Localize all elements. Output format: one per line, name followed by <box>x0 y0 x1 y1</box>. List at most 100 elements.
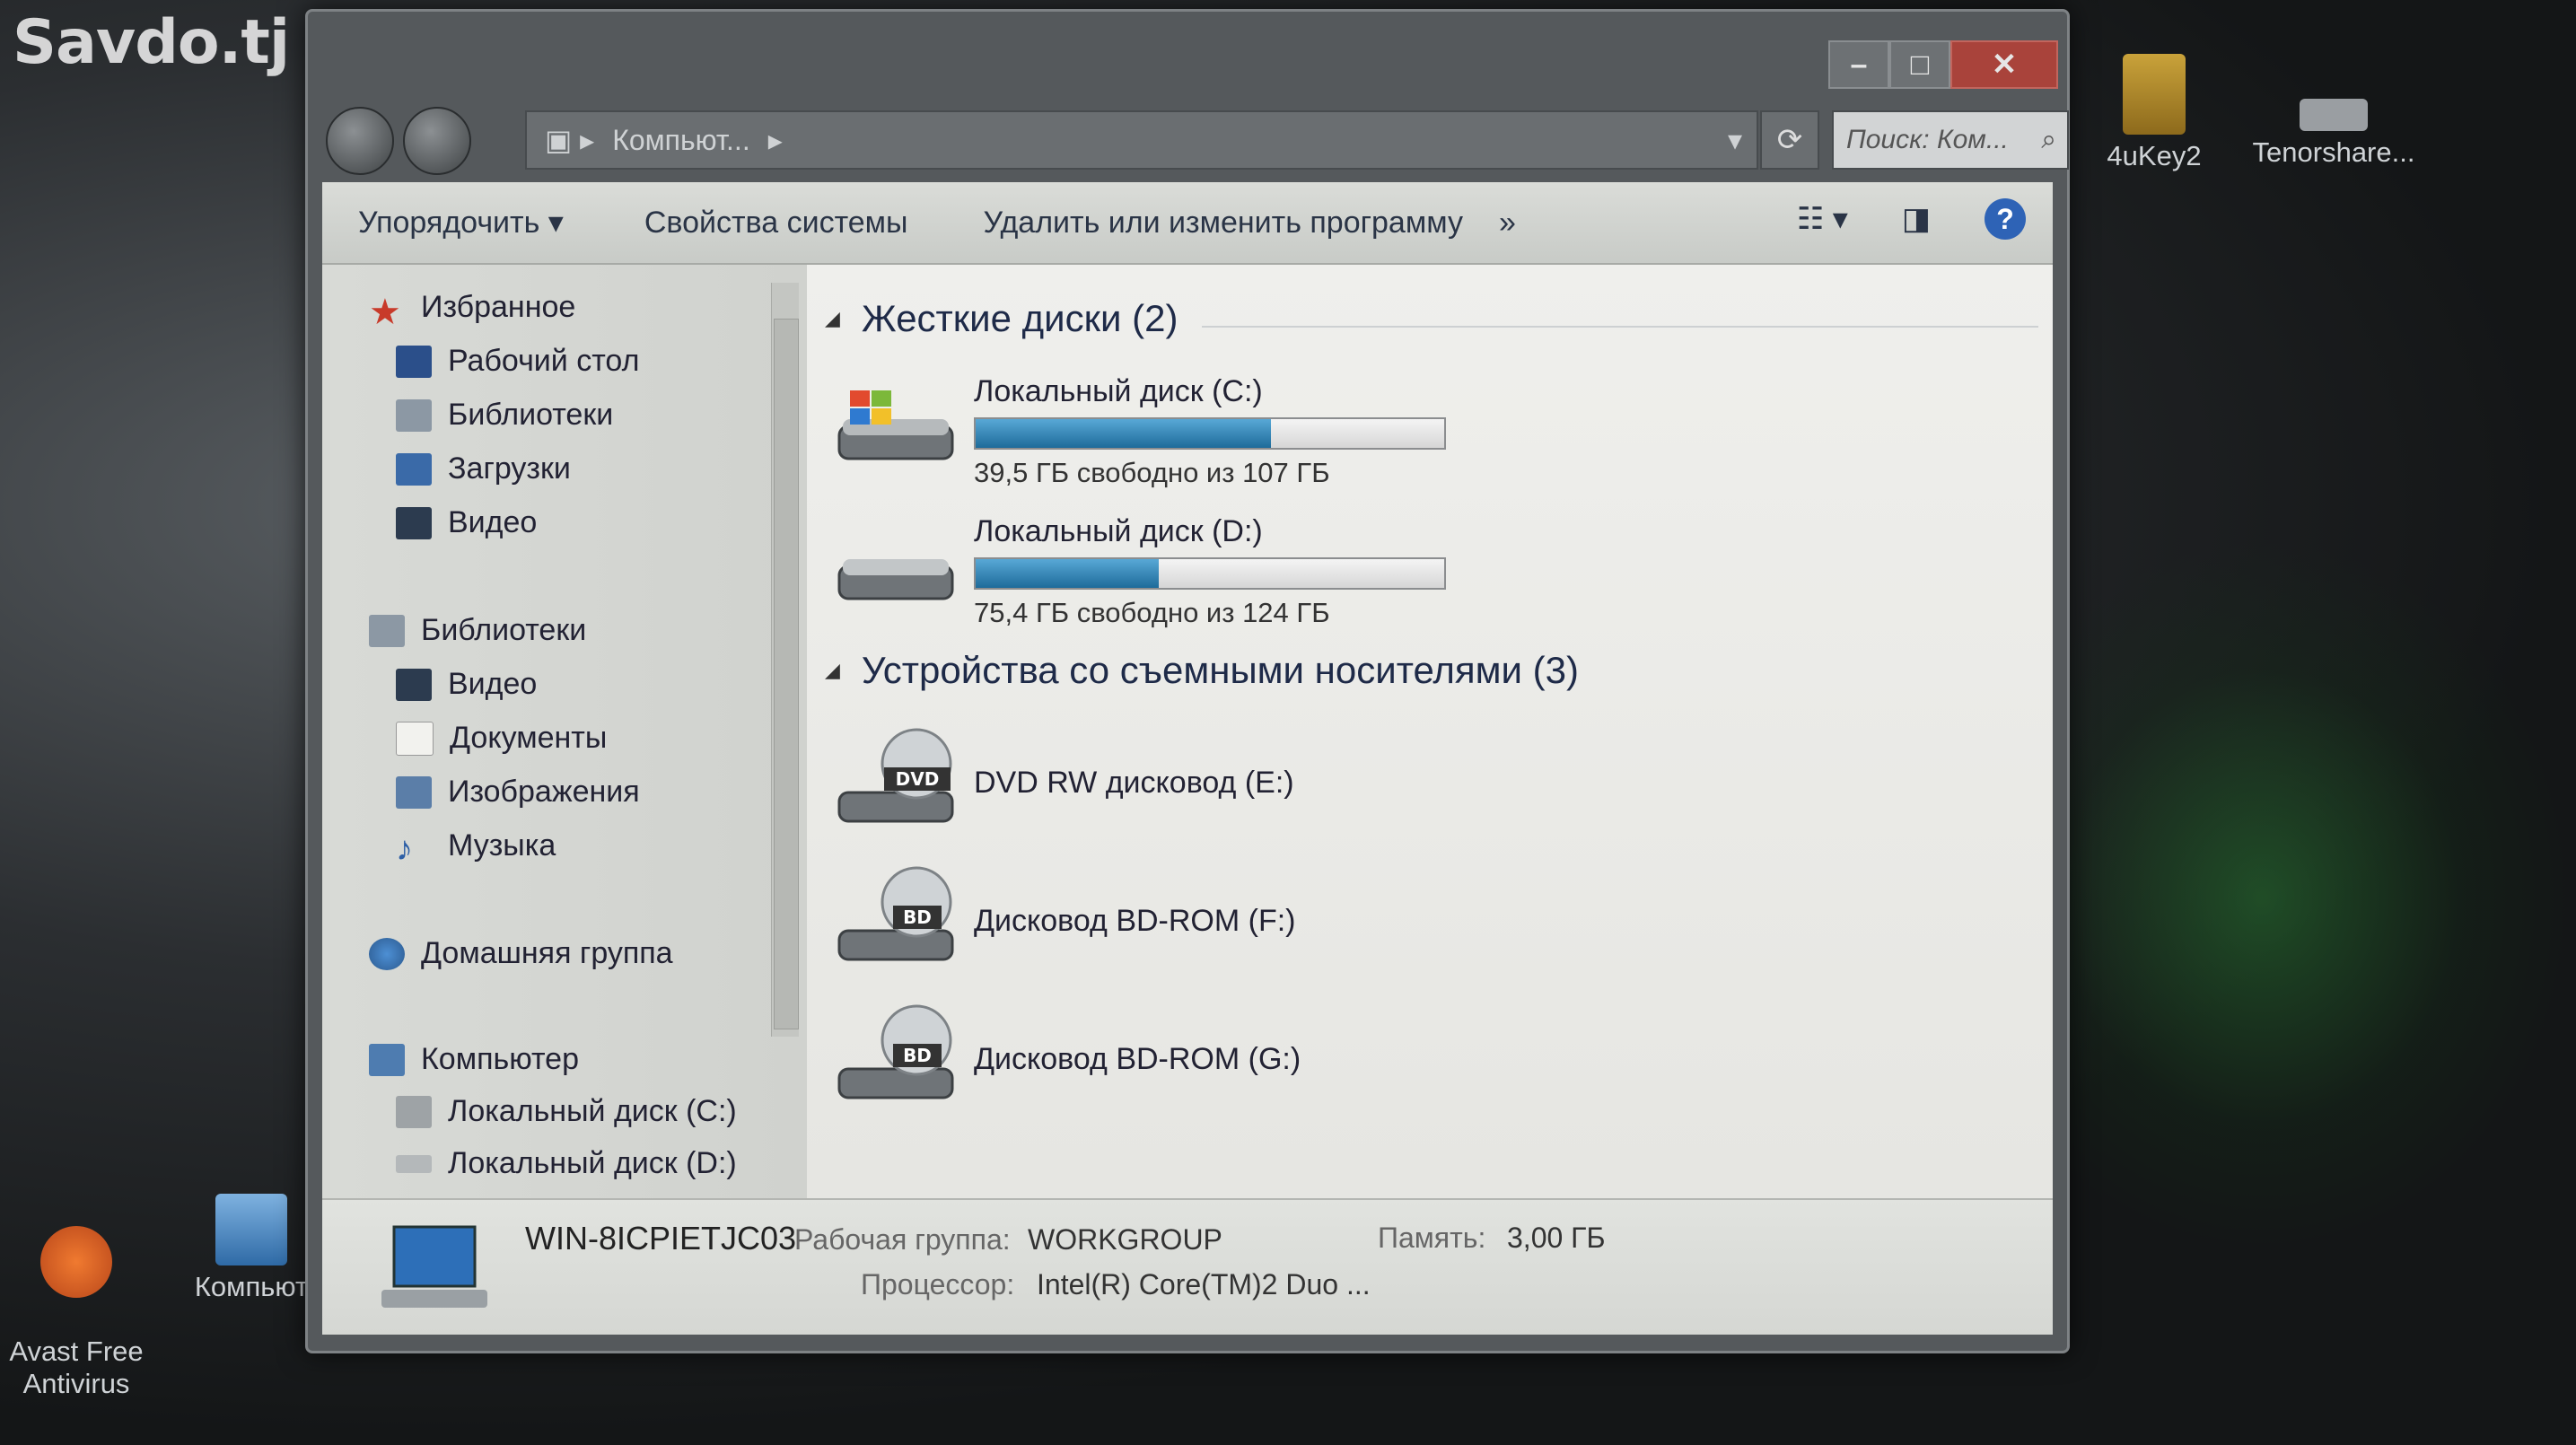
nav-label: Документы <box>450 721 608 755</box>
video-icon <box>396 506 432 539</box>
help-button[interactable]: ? <box>1985 198 2026 240</box>
group-divider <box>1202 326 2038 328</box>
dropdown-arrow-icon[interactable]: ▾ <box>1728 123 1742 157</box>
nav-disk-c[interactable]: Локальный диск (C:) <box>396 1094 737 1129</box>
desktop-icon-4ukey2[interactable]: 4uKey2 <box>2055 54 2253 172</box>
downloads-icon <box>396 452 432 486</box>
drive-usage-fill <box>976 419 1271 448</box>
svg-text:DVD: DVD <box>896 768 940 790</box>
star-icon: ★ <box>369 292 401 332</box>
scrollbar-thumb[interactable] <box>774 319 799 1029</box>
tenorshare-icon <box>2300 99 2368 131</box>
hard-drive-icon <box>396 1154 432 1173</box>
cpu-label: Процессор: <box>861 1268 1015 1300</box>
nav-label: Видео <box>448 667 538 701</box>
library-icon <box>369 614 405 647</box>
nav-label: Избранное <box>421 290 576 324</box>
search-box[interactable]: Поиск: Ком... ⌕ <box>1832 110 2069 170</box>
bd-drive-icon: BD <box>834 999 959 1099</box>
computer-icon <box>215 1194 287 1265</box>
nav-label: Видео <box>448 505 538 539</box>
desktop-icon-tenorshare[interactable]: Tenorshare... <box>2235 99 2432 169</box>
drive-usage-bar <box>974 557 1446 590</box>
nav-video-fav[interactable]: Видео <box>396 505 537 540</box>
nav-label: Загрузки <box>448 451 571 486</box>
refresh-button[interactable]: ⟳ <box>1760 110 1819 170</box>
group-header-label: Жесткие диски (2) <box>861 297 1178 339</box>
memory-value: 3,00 ГБ <box>1507 1222 1606 1254</box>
memory-label: Память: <box>1378 1222 1486 1254</box>
content-pane: ◢ Жесткие диски (2) Локальный диск (C:) … <box>807 265 2053 1198</box>
collapse-triangle-icon[interactable]: ◢ <box>825 659 840 682</box>
video-icon <box>396 668 432 701</box>
group-header-removable[interactable]: ◢ Устройства со съемными носителями (3) <box>825 649 1579 692</box>
uninstall-program-button[interactable]: Удалить или изменить программу <box>984 206 1463 241</box>
desktop-icon-avast[interactable]: Avast Free Antivirus <box>0 1194 175 1432</box>
search-input[interactable]: Поиск: Ком... <box>1846 125 2028 155</box>
desktop-icon <box>396 345 432 378</box>
bd-drive-icon: BD <box>834 861 959 961</box>
nav-libraries[interactable]: Библиотеки <box>369 613 586 648</box>
dvd-drive-icon: DVD <box>834 722 959 823</box>
nav-favorites[interactable]: ★ Избранное <box>369 290 576 332</box>
nav-disk-d[interactable]: Локальный диск (D:) <box>396 1146 737 1181</box>
forward-button[interactable] <box>403 107 471 175</box>
navigation-pane: ★ Избранное Рабочий стол Библиотеки Загр… <box>322 265 807 1198</box>
desktop-icon-label: Tenorshare... <box>2252 136 2415 168</box>
navigation-bar: ▣ ▸ Компьют... ▸ ▾ ⟳ Поиск: Ком... ⌕ <box>326 101 2069 175</box>
back-button[interactable] <box>326 107 394 175</box>
nav-downloads[interactable]: Загрузки <box>396 451 571 486</box>
address-bar[interactable]: ▣ ▸ Компьют... ▸ ▾ <box>525 110 1758 170</box>
document-icon <box>396 721 434 756</box>
explorer-window: – □ ✕ ▣ ▸ Компьют... ▸ ▾ ⟳ Поиск: Ком...… <box>305 9 2070 1353</box>
watermark: Savdo.tj <box>13 7 290 78</box>
system-properties-button[interactable]: Свойства системы <box>644 206 908 241</box>
breadcrumb-computer[interactable]: Компьют... <box>612 124 750 157</box>
maximize-button[interactable]: □ <box>1889 40 1950 89</box>
workgroup-label: Рабочая группа: <box>794 1223 1011 1256</box>
nav-label: Компьютер <box>421 1042 579 1076</box>
nav-label: Библиотеки <box>448 398 614 432</box>
svg-text:BD: BD <box>903 1045 932 1066</box>
drive-usage-fill <box>976 559 1159 588</box>
search-icon[interactable]: ⌕ <box>2041 125 2056 155</box>
view-options-icon[interactable]: ☷ ▾ <box>1797 201 1848 237</box>
breadcrumb-chevron-icon[interactable]: ▸ <box>768 123 783 157</box>
folder-icon <box>2123 54 2186 135</box>
drive-usage-bar <box>974 417 1446 450</box>
minimize-button[interactable]: – <box>1828 40 1889 89</box>
preview-pane-icon[interactable]: ◨ <box>1902 201 1931 237</box>
pictures-icon <box>396 775 432 809</box>
nav-scrollbar[interactable] <box>771 283 799 1037</box>
nav-label: Рабочий стол <box>448 344 640 378</box>
details-pane: WIN-8ICPIETJC03 Рабочая группа: WORKGROU… <box>322 1198 2053 1335</box>
drive-name: DVD RW дисковод (E:) <box>974 766 1294 800</box>
nav-documents[interactable]: Документы <box>396 721 607 756</box>
collapse-triangle-icon[interactable]: ◢ <box>825 307 840 330</box>
nav-homegroup[interactable]: Домашняя группа <box>369 936 673 971</box>
nav-label: Локальный диск (D:) <box>448 1146 737 1180</box>
group-header-label: Устройства со съемными носителями (3) <box>861 649 1580 691</box>
group-header-hard-drives[interactable]: ◢ Жесткие диски (2) <box>825 297 1178 340</box>
close-button[interactable]: ✕ <box>1950 40 2058 89</box>
nav-computer[interactable]: Компьютер <box>369 1042 579 1077</box>
library-icon <box>396 398 432 432</box>
cpu-value: Intel(R) Core(TM)2 Duo ... <box>1037 1268 1371 1300</box>
computer-icon <box>369 1043 405 1076</box>
drive-name: Дисковод BD-ROM (F:) <box>974 904 1296 938</box>
desktop-icon-label: Avast Free Antivirus <box>9 1336 144 1399</box>
nav-label: Домашняя группа <box>421 936 673 970</box>
nav-label: Музыка <box>448 828 556 863</box>
nav-label: Локальный диск (C:) <box>448 1094 737 1128</box>
nav-music[interactable]: ♪ Музыка <box>396 828 556 868</box>
organize-button[interactable]: Упорядочить ▾ <box>358 205 564 241</box>
desktop-icon-label: 4uKey2 <box>2107 140 2202 171</box>
drive-name: Локальный диск (C:) <box>974 374 1263 408</box>
nav-video[interactable]: Видео <box>396 667 537 702</box>
nav-pictures[interactable]: Изображения <box>396 775 640 810</box>
nav-libraries-fav[interactable]: Библиотеки <box>396 398 613 433</box>
more-commands-button[interactable]: » <box>1499 206 1516 241</box>
nav-desktop[interactable]: Рабочий стол <box>396 344 639 379</box>
svg-text:BD: BD <box>903 906 932 928</box>
computer-icon <box>376 1218 493 1317</box>
